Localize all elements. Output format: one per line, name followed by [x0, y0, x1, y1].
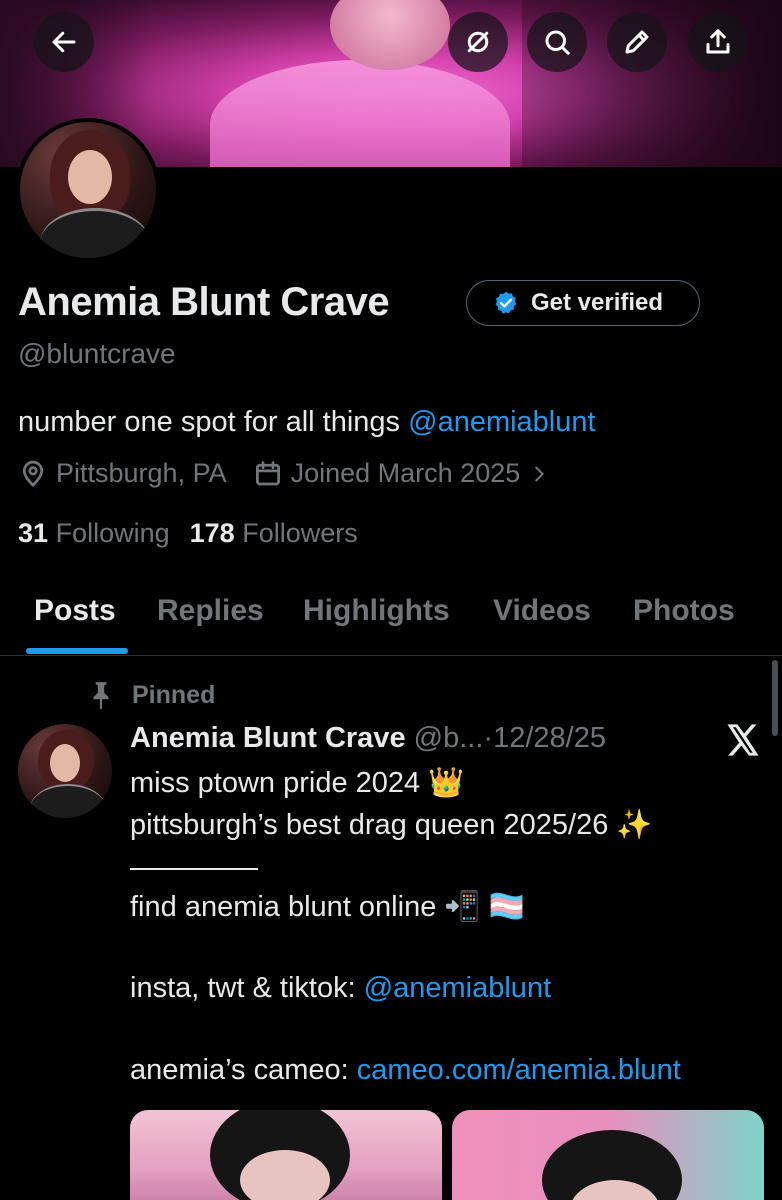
tab-videos[interactable]: Videos: [493, 594, 591, 628]
post-text-segment: insta, twt & tiktok:: [130, 972, 364, 1004]
post-text-line: anemia’s cameo: cameo.com/anemia.blunt: [130, 1054, 681, 1087]
hide-icon: [467, 31, 489, 53]
profile-handle: @bluntcrave: [18, 338, 176, 369]
post-text-line: miss ptown pride 2024 👑: [130, 767, 465, 799]
search-button[interactable]: [527, 12, 587, 72]
post-text-line: pittsburgh’s best drag queen 2025/26 ✨: [130, 809, 653, 841]
post-author-handle[interactable]: @b...: [414, 722, 484, 754]
hide-button[interactable]: [448, 12, 508, 72]
share-button[interactable]: [688, 12, 748, 72]
get-verified-label: Get verified: [531, 289, 664, 316]
post-text-line: insta, twt & tiktok: @anemiablunt: [130, 972, 551, 1005]
joined-text: Joined March 2025: [290, 458, 521, 488]
tab-posts[interactable]: Posts: [34, 594, 116, 628]
pinned-label: Pinned: [132, 680, 216, 709]
followers-count: 178: [189, 518, 235, 548]
share-icon: [706, 29, 730, 54]
post-text-line: find anemia blunt online 📲 🏳️‍⚧️: [130, 891, 525, 923]
back-button[interactable]: [34, 12, 94, 72]
tab-photos[interactable]: Photos: [633, 594, 735, 628]
post-date[interactable]: 12/28/25: [493, 722, 606, 754]
joined-date[interactable]: Joined March 2025: [253, 458, 551, 489]
pinned-indicator: Pinned: [88, 680, 215, 710]
calendar-icon: [255, 460, 280, 485]
post-divider: [130, 868, 258, 870]
post-media-image[interactable]: [130, 1110, 442, 1200]
following-label: Following: [55, 518, 170, 548]
x-logo-icon: [727, 724, 759, 756]
tab-highlights[interactable]: Highlights: [303, 594, 450, 628]
location-text: Pittsburgh, PA: [56, 458, 227, 488]
follow-stats: 31 Following 178 Followers: [18, 518, 358, 549]
followers-link[interactable]: 178 Followers: [190, 518, 358, 549]
bio-text: number one spot for all things: [18, 406, 409, 438]
post-header: Anemia Blunt Crave @b...·12/28/25: [130, 722, 606, 755]
get-verified-button[interactable]: Get verified: [466, 280, 700, 326]
post-separator: ·: [483, 722, 494, 754]
active-tab-indicator: [26, 648, 128, 654]
followers-label: Followers: [242, 518, 358, 548]
bio-mention-link[interactable]: @anemiablunt: [408, 406, 595, 438]
profile-meta: Pittsburgh, PA Joined March 2025: [18, 458, 550, 489]
post-author-avatar[interactable]: [18, 724, 112, 818]
profile-avatar[interactable]: [16, 118, 160, 262]
search-icon: [545, 30, 570, 55]
verified-badge-icon: [495, 291, 517, 314]
pin-icon: [93, 682, 109, 710]
profile-tabs: Posts Replies Highlights Videos Photos: [0, 590, 782, 656]
location: Pittsburgh, PA: [18, 458, 227, 489]
arrow-left-icon: [52, 31, 76, 53]
scrollbar[interactable]: [772, 660, 778, 736]
post-text-segment: anemia’s cameo:: [130, 1054, 357, 1086]
edit-button[interactable]: [607, 12, 667, 72]
profile-bio: number one spot for all things @anemiabl…: [18, 406, 596, 439]
post-cameo-link[interactable]: cameo.com/anemia.blunt: [357, 1054, 681, 1086]
avatar-image: [20, 122, 156, 258]
following-count: 31: [18, 518, 49, 548]
tab-replies[interactable]: Replies: [157, 594, 264, 628]
location-pin-icon: [22, 460, 44, 487]
post-author-name[interactable]: Anemia Blunt Crave: [130, 722, 406, 754]
edit-icon: [625, 30, 649, 54]
banner-figure: [210, 60, 510, 167]
profile-name: Anemia Blunt Crave: [18, 280, 390, 324]
post-mention-link[interactable]: @anemiablunt: [364, 972, 551, 1004]
chevron-right-icon: [535, 466, 544, 481]
following-link[interactable]: 31 Following: [18, 518, 170, 549]
post-media-image[interactable]: [452, 1110, 764, 1200]
